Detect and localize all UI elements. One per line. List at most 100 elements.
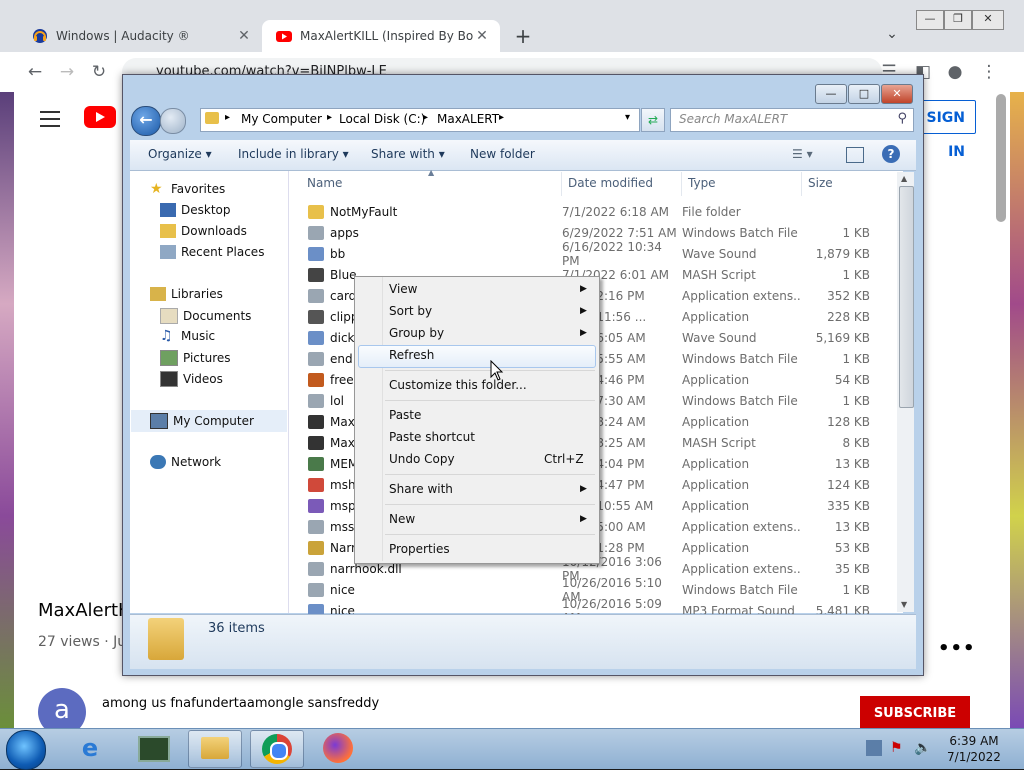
taskbar-explorer[interactable] — [188, 730, 242, 768]
chevron-right-icon[interactable]: ▸ — [327, 112, 332, 123]
file-size: 13 KB — [834, 519, 870, 534]
menu-item-new[interactable]: New — [389, 512, 415, 526]
subscribe-button[interactable]: SUBSCRIBE — [860, 696, 970, 728]
clock[interactable]: 6:39 AM 7/1/2022 — [946, 733, 1002, 765]
close-button[interactable]: ✕ — [972, 10, 1004, 30]
menu-item-sort-by[interactable]: Sort by — [389, 304, 432, 318]
channel-name[interactable]: among us fnafundertaamongle sansfreddy — [102, 696, 379, 711]
scroll-down-icon[interactable]: ▼ — [901, 600, 907, 609]
column-header-name[interactable]: Name — [307, 176, 342, 190]
breadcrumb-item[interactable]: Local Disk (C:) — [339, 112, 425, 126]
scroll-up-icon[interactable]: ▲ — [901, 174, 907, 183]
share-with-button[interactable]: Share with ▾ — [371, 147, 445, 161]
address-bar[interactable]: ▸ My Computer ▸ Local Disk (C:) ▸ MaxALE… — [200, 108, 640, 132]
nav-music[interactable]: ♫ Music — [160, 329, 215, 343]
chevron-right-icon[interactable]: ▸ — [499, 112, 504, 123]
close-button[interactable]: ✕ — [881, 84, 913, 104]
volume-icon[interactable]: 🔈 — [914, 740, 931, 756]
column-separator[interactable] — [561, 172, 562, 196]
column-header-size[interactable]: Size — [808, 176, 833, 190]
file-icon — [308, 393, 324, 408]
menu-item-share-with[interactable]: Share with — [389, 482, 453, 496]
youtube-logo[interactable] — [84, 106, 116, 128]
help-icon[interactable]: ? — [882, 145, 900, 163]
menu-item-refresh[interactable]: Refresh — [389, 348, 434, 362]
column-separator[interactable] — [801, 172, 802, 196]
file-icon — [308, 309, 324, 324]
chevron-down-icon[interactable]: ▾ — [625, 112, 630, 123]
view-options-icon[interactable]: ☰ ▾ — [792, 147, 813, 161]
chevron-right-icon[interactable]: ▸ — [225, 112, 230, 123]
scroll-thumb[interactable] — [899, 186, 914, 408]
taskbar-firefox[interactable] — [312, 730, 364, 766]
menu-gutter — [382, 277, 383, 561]
internet-explorer-icon: e — [81, 734, 99, 762]
preview-pane-icon[interactable] — [846, 147, 864, 163]
nav-libraries[interactable]: Libraries — [150, 287, 223, 301]
include-in-library-button[interactable]: Include in library ▾ — [238, 147, 349, 161]
column-separator[interactable] — [681, 172, 682, 196]
nav-downloads[interactable]: Downloads — [160, 224, 247, 238]
back-icon[interactable]: ← — [22, 60, 48, 84]
breadcrumb-item[interactable]: MaxALERT — [437, 112, 499, 126]
nav-pictures[interactable]: Pictures — [160, 350, 231, 366]
page-scrollbar[interactable] — [996, 94, 1006, 222]
forward-icon[interactable] — [160, 108, 186, 134]
chevron-down-icon[interactable]: ⌄ — [880, 26, 904, 46]
organize-button[interactable]: Organize ▾ — [148, 147, 212, 161]
menu-item-paste-shortcut[interactable]: Paste shortcut — [389, 430, 475, 444]
back-icon[interactable]: ← — [131, 106, 161, 136]
minimize-button[interactable]: — — [916, 10, 944, 30]
action-center-icon[interactable]: ⚑ — [890, 740, 906, 756]
close-icon[interactable]: ✕ — [236, 28, 252, 44]
start-button[interactable] — [6, 730, 46, 770]
menu-item-customize-folder[interactable]: Customize this folder... — [389, 378, 527, 392]
menu-item-properties[interactable]: Properties — [389, 542, 450, 556]
refresh-icon[interactable]: ⇄ — [641, 108, 665, 132]
maximize-button[interactable]: ❐ — [944, 10, 972, 30]
taskbar-task-manager[interactable] — [126, 730, 178, 766]
tab-youtube[interactable]: MaxAlertKILL (Inspired By Bonzik ✕ — [262, 20, 500, 52]
nav-desktop[interactable]: Desktop — [160, 203, 231, 217]
hamburger-icon[interactable] — [40, 108, 60, 127]
chevron-right-icon[interactable]: ▸ — [423, 112, 428, 123]
file-row[interactable]: NotMyFault 7/1/2022 6:18 AM File folder — [300, 201, 890, 222]
tab-audacity[interactable]: Windows | Audacity ® ✕ — [18, 20, 262, 52]
menu-icon[interactable]: ⋮ — [976, 60, 1002, 84]
submenu-arrow-icon: ▶ — [580, 306, 587, 316]
taskbar-internet-explorer[interactable]: e — [64, 730, 116, 766]
menu-item-group-by[interactable]: Group by — [389, 326, 444, 340]
sort-arrow-icon: ▲ — [428, 168, 435, 177]
file-size: 53 KB — [834, 540, 870, 555]
search-icon[interactable]: ⚲ — [897, 111, 907, 126]
file-size: 35 KB — [834, 561, 870, 576]
audacity-icon — [33, 29, 47, 43]
desktop-icon — [160, 203, 176, 217]
reload-icon[interactable]: ↻ — [86, 60, 112, 84]
breadcrumb-item[interactable]: My Computer — [241, 112, 322, 126]
menu-item-view[interactable]: View — [389, 282, 417, 296]
menu-item-paste[interactable]: Paste — [389, 408, 421, 422]
column-header-type[interactable]: Type — [688, 176, 716, 190]
close-icon[interactable]: ✕ — [474, 28, 490, 44]
nav-recent-places[interactable]: Recent Places — [160, 245, 264, 259]
menu-item-undo-copy[interactable]: Undo Copy — [389, 452, 455, 466]
file-row[interactable]: bb 6/16/2022 10:34 PM Wave Sound 1,879 KB — [300, 240, 890, 268]
more-options-icon[interactable]: ••• — [938, 638, 976, 659]
column-header-date[interactable]: Date modified — [568, 176, 653, 190]
taskbar-chrome[interactable] — [250, 730, 304, 768]
network-tray-icon[interactable] — [866, 740, 882, 756]
minimize-button[interactable]: — — [815, 84, 847, 104]
new-tab-button[interactable]: + — [510, 24, 536, 48]
nav-favorites[interactable]: ★ Favorites — [150, 182, 225, 196]
search-input[interactable]: Search MaxALERT ⚲ — [670, 108, 914, 132]
forward-icon[interactable]: → — [54, 60, 80, 84]
nav-videos[interactable]: Videos — [160, 371, 223, 387]
profile-icon[interactable]: ● — [942, 60, 968, 84]
maximize-button[interactable]: □ — [848, 84, 880, 104]
nav-documents[interactable]: Documents — [160, 308, 251, 324]
file-date: 7/1/2022 6:18 AM — [562, 204, 670, 219]
nav-my-computer[interactable]: My Computer — [150, 413, 254, 429]
nav-network[interactable]: Network — [150, 455, 221, 469]
new-folder-button[interactable]: New folder — [470, 147, 535, 161]
